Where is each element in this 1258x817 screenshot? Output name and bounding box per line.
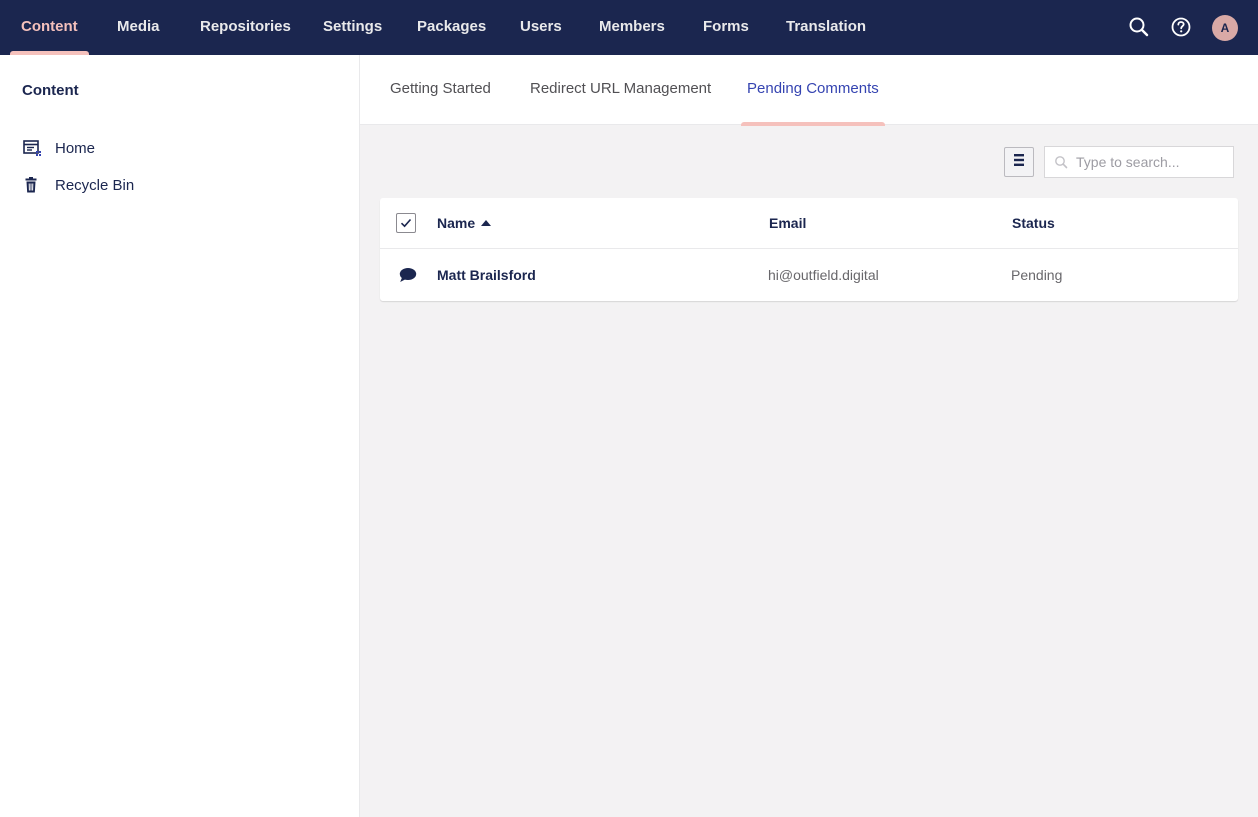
select-all-checkbox[interactable] xyxy=(396,213,416,233)
row-email: hi@outfield.digital xyxy=(768,267,879,283)
tab-pending-comments[interactable]: Pending Comments xyxy=(741,55,885,126)
select-all-cell xyxy=(396,198,416,248)
layout-toggle-button[interactable] xyxy=(1004,147,1034,177)
search-icon xyxy=(1054,155,1068,169)
column-header-status: Status xyxy=(1012,215,1055,231)
tab-getting-started[interactable]: Getting Started xyxy=(384,55,497,125)
user-avatar[interactable]: A xyxy=(1212,15,1238,41)
nav-content[interactable]: Content xyxy=(10,0,89,55)
top-navigation: Content Media Repositories Settings Pack… xyxy=(0,0,1258,55)
column-header-email: Email xyxy=(769,215,807,231)
tree-item-label: Recycle Bin xyxy=(55,176,135,194)
table-header: Name Email Status xyxy=(380,198,1238,249)
nav-media[interactable]: Media xyxy=(106,0,171,55)
nav-repositories[interactable]: Repositories xyxy=(189,0,302,55)
nav-settings[interactable]: Settings xyxy=(312,0,393,55)
sidebar-title: Content xyxy=(22,82,79,99)
comments-table: Name Email Status Matt Brailsford hi@out… xyxy=(380,198,1238,301)
nav-packages[interactable]: Packages xyxy=(406,0,497,55)
column-header-label: Name xyxy=(437,215,476,231)
trash-icon xyxy=(22,175,42,195)
sort-ascending-icon xyxy=(481,219,492,226)
dashboard-tabs: Getting Started Redirect URL Management … xyxy=(360,55,1258,126)
home-page-icon xyxy=(22,138,42,158)
tab-redirect-url-management[interactable]: Redirect URL Management xyxy=(524,55,717,125)
list-layout-icon xyxy=(1013,153,1025,172)
content-tree-sidebar: Content Home Recycle Bin xyxy=(0,55,360,817)
search-field[interactable] xyxy=(1044,146,1234,178)
comment-icon xyxy=(398,249,418,301)
row-name[interactable]: Matt Brailsford xyxy=(437,249,536,301)
tree-item-home[interactable]: Home xyxy=(22,134,342,162)
table-row[interactable]: Matt Brailsford hi@outfield.digital Pend… xyxy=(380,249,1238,301)
row-status: Pending xyxy=(1011,267,1063,283)
nav-members[interactable]: Members xyxy=(588,0,676,55)
nav-forms[interactable]: Forms xyxy=(692,0,760,55)
nav-users[interactable]: Users xyxy=(509,0,573,55)
column-header-name[interactable]: Name xyxy=(437,198,492,248)
nav-translation[interactable]: Translation xyxy=(775,0,877,55)
help-icon[interactable] xyxy=(1168,14,1194,40)
tree-item-recycle-bin[interactable]: Recycle Bin xyxy=(22,171,342,199)
tree-item-label: Home xyxy=(55,139,96,157)
search-icon[interactable] xyxy=(1126,14,1152,40)
check-icon xyxy=(400,218,412,228)
search-input[interactable] xyxy=(1076,154,1226,170)
